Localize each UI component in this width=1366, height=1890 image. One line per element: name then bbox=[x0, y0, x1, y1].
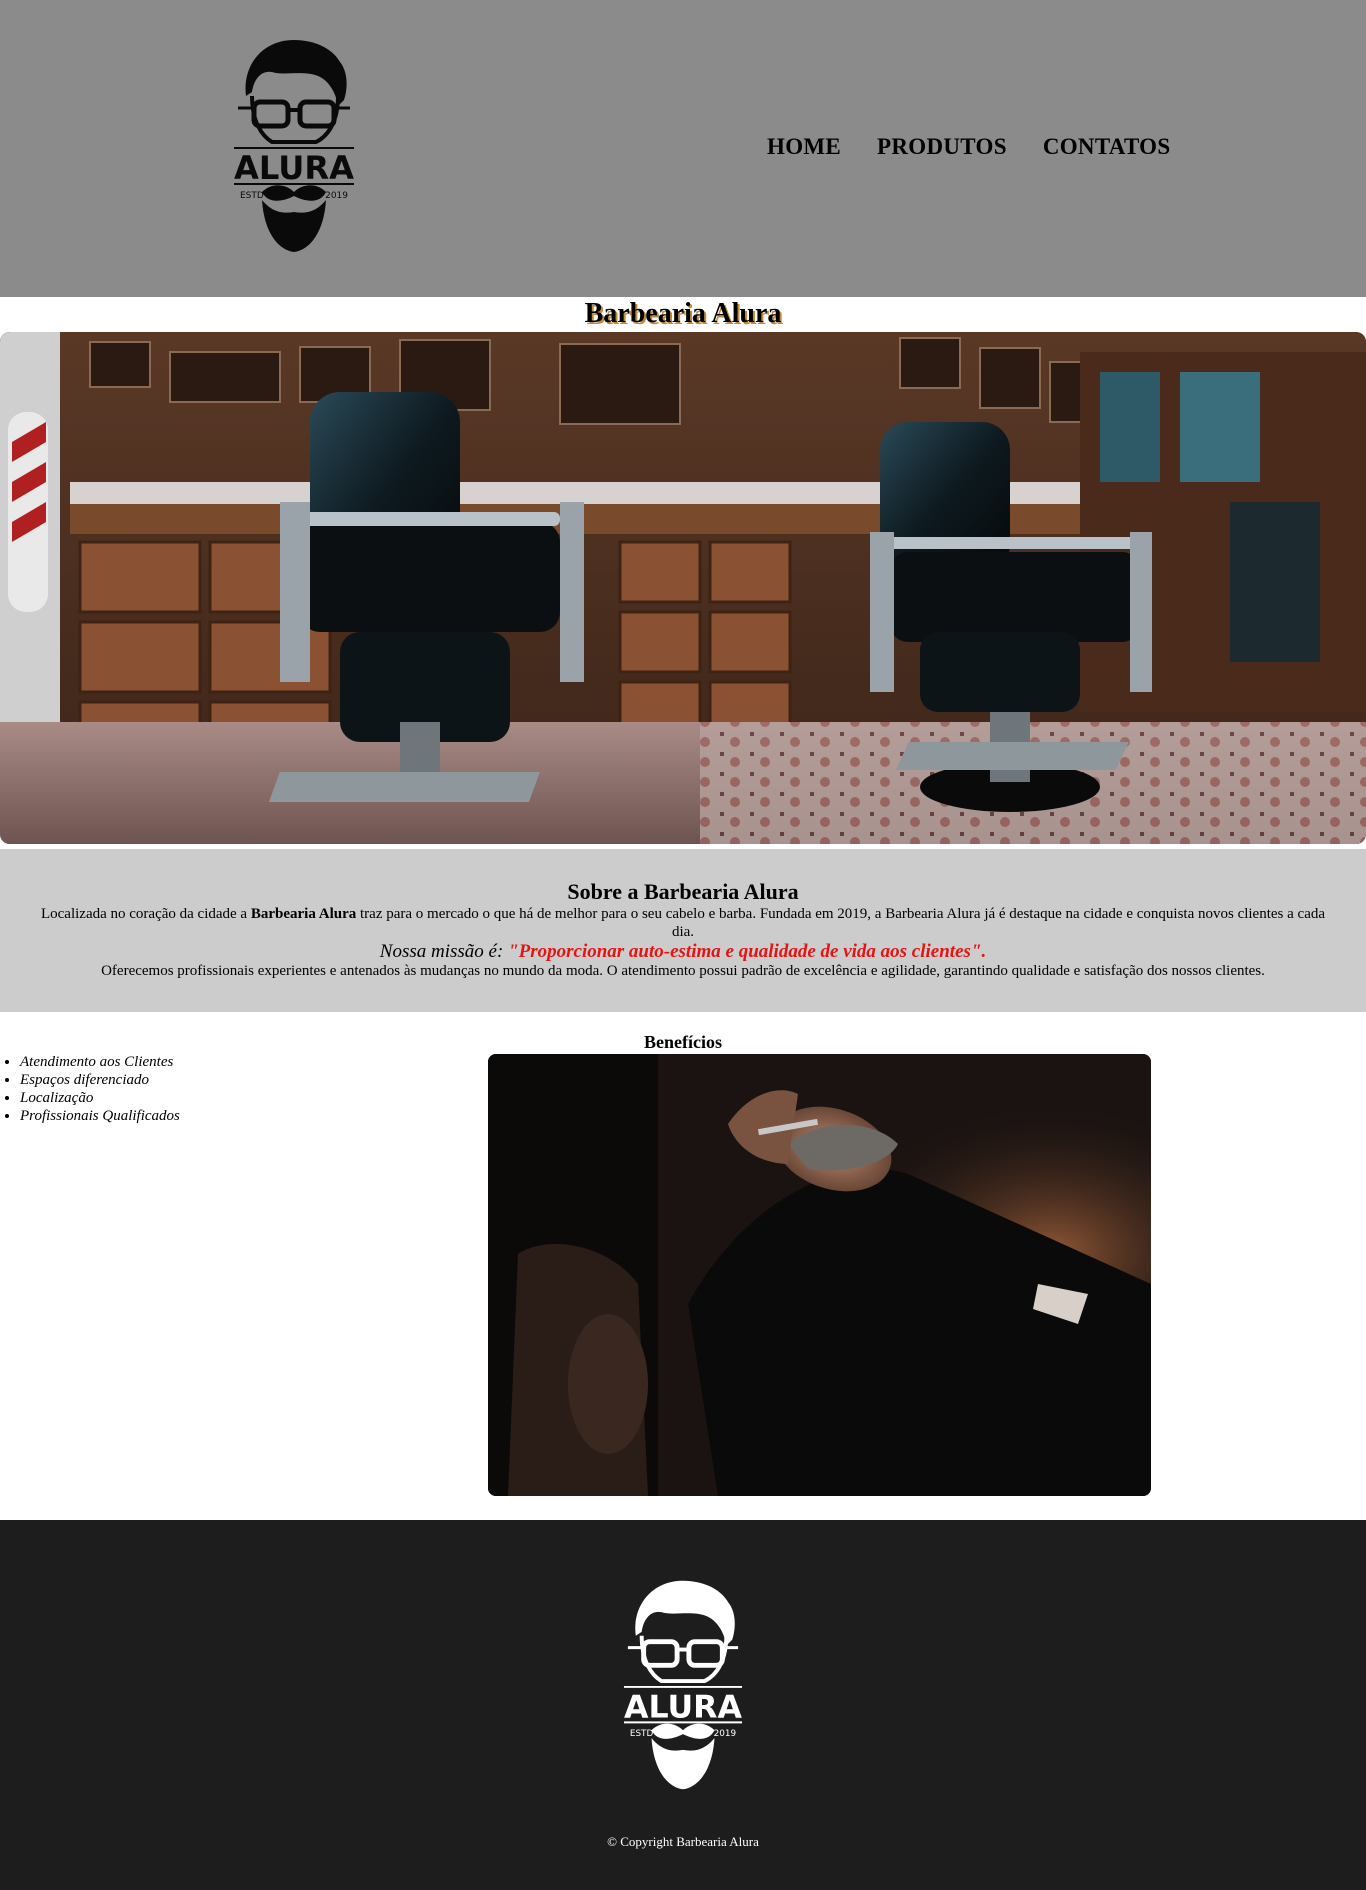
nav-contatos-link[interactable]: CONTATOS bbox=[1043, 134, 1171, 160]
logo-brand-text: ALURA bbox=[234, 149, 354, 187]
mission-label: Nossa missão é: bbox=[379, 941, 509, 962]
list-item: Atendimento aos Clientes bbox=[20, 1053, 180, 1071]
list-item: Espaços diferenciado bbox=[20, 1071, 180, 1089]
beard-trim-image bbox=[488, 1054, 1151, 1496]
barbershop-interior-photo bbox=[0, 332, 1366, 844]
copyright-text: © Copyright Barbearia Alura bbox=[607, 1834, 759, 1849]
about-paragraph-2: Oferecemos profissionais experientes e a… bbox=[101, 963, 1265, 979]
about-heading: Sobre a Barbearia Alura bbox=[567, 879, 799, 904]
footer-logo-brand-text: ALURA bbox=[624, 1689, 743, 1725]
barbershop-interior-image bbox=[0, 332, 1366, 844]
about-section: Sobre a Barbearia Alura Localizada no co… bbox=[0, 849, 1366, 1012]
page-title: Barbearia Alura bbox=[584, 298, 782, 329]
benefits-title: Benefícios bbox=[644, 1032, 722, 1052]
site-footer: ALURA ESTD 2019 © Copyright Barbearia Al… bbox=[0, 1520, 1366, 1890]
list-item: Localização bbox=[20, 1089, 180, 1107]
about-para1-post: traz para o mercado o que há de melhor p… bbox=[356, 906, 1326, 940]
beard-trim-photo bbox=[488, 1054, 1151, 1496]
nav-home-link[interactable]: HOME bbox=[767, 134, 841, 160]
list-item: Profissionais Qualificados bbox=[20, 1107, 180, 1125]
mission-quote: "Proporcionar auto-estima e qualidade de… bbox=[508, 941, 987, 962]
mission-statement: Nossa missão é: "Proporcionar auto-estim… bbox=[0, 941, 1366, 963]
site-header: ALURA ESTD 2019 HOME PRODUTOS CONTATOS bbox=[0, 0, 1366, 297]
nav-produtos-link[interactable]: PRODUTOS bbox=[877, 134, 1007, 160]
footer-logo-year-text: 2019 bbox=[714, 1729, 737, 1739]
footer-logo-estd-text: ESTD bbox=[630, 1729, 654, 1739]
logo-estd-text: ESTD bbox=[240, 191, 264, 201]
about-para1-pre: Localizada no coração da cidade a bbox=[40, 906, 251, 922]
main-nav: HOME PRODUTOS CONTATOS bbox=[767, 134, 1170, 160]
about-para1-bold: Barbearia Alura bbox=[250, 906, 357, 922]
benefits-list: Atendimento aos Clientes Espaços diferen… bbox=[0, 1053, 180, 1125]
about-paragraph: Localizada no coração da cidade a Barbea… bbox=[40, 905, 1326, 941]
alura-barber-logo-icon[interactable]: ALURA ESTD 2019 bbox=[232, 36, 356, 254]
alura-barber-logo-white-icon[interactable]: ALURA ESTD 2019 bbox=[622, 1576, 744, 1792]
logo-year-text: 2019 bbox=[325, 191, 348, 201]
